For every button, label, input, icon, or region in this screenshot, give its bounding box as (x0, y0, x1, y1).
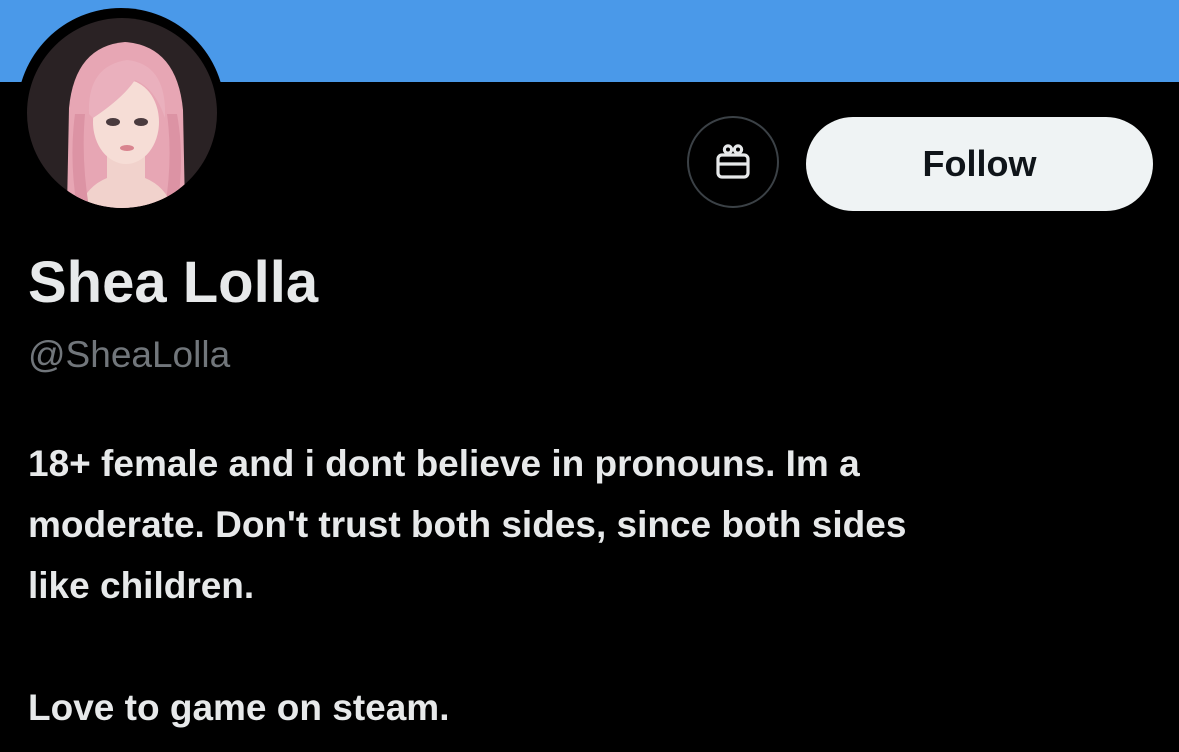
follow-button[interactable]: Follow (806, 117, 1153, 211)
gift-button[interactable] (687, 116, 779, 208)
profile-page: Follow Shea Lolla @SheaLolla 18+ female … (0, 0, 1179, 752)
follow-button-label: Follow (922, 143, 1037, 184)
profile-bio: 18+ female and i dont believe in pronoun… (28, 433, 1148, 738)
display-name: Shea Lolla (28, 250, 319, 315)
bio-blank-line (28, 616, 1148, 677)
gift-icon (716, 144, 750, 179)
avatar-image (27, 18, 217, 208)
bio-line: Love to game on steam. (28, 687, 450, 728)
bio-line: like children. (28, 565, 255, 606)
profile-handle: @SheaLolla (28, 334, 231, 375)
avatar[interactable] (27, 18, 217, 208)
bio-line: moderate. Don't trust both sides, since … (28, 504, 907, 545)
bio-line: 18+ female and i dont believe in pronoun… (28, 443, 860, 484)
